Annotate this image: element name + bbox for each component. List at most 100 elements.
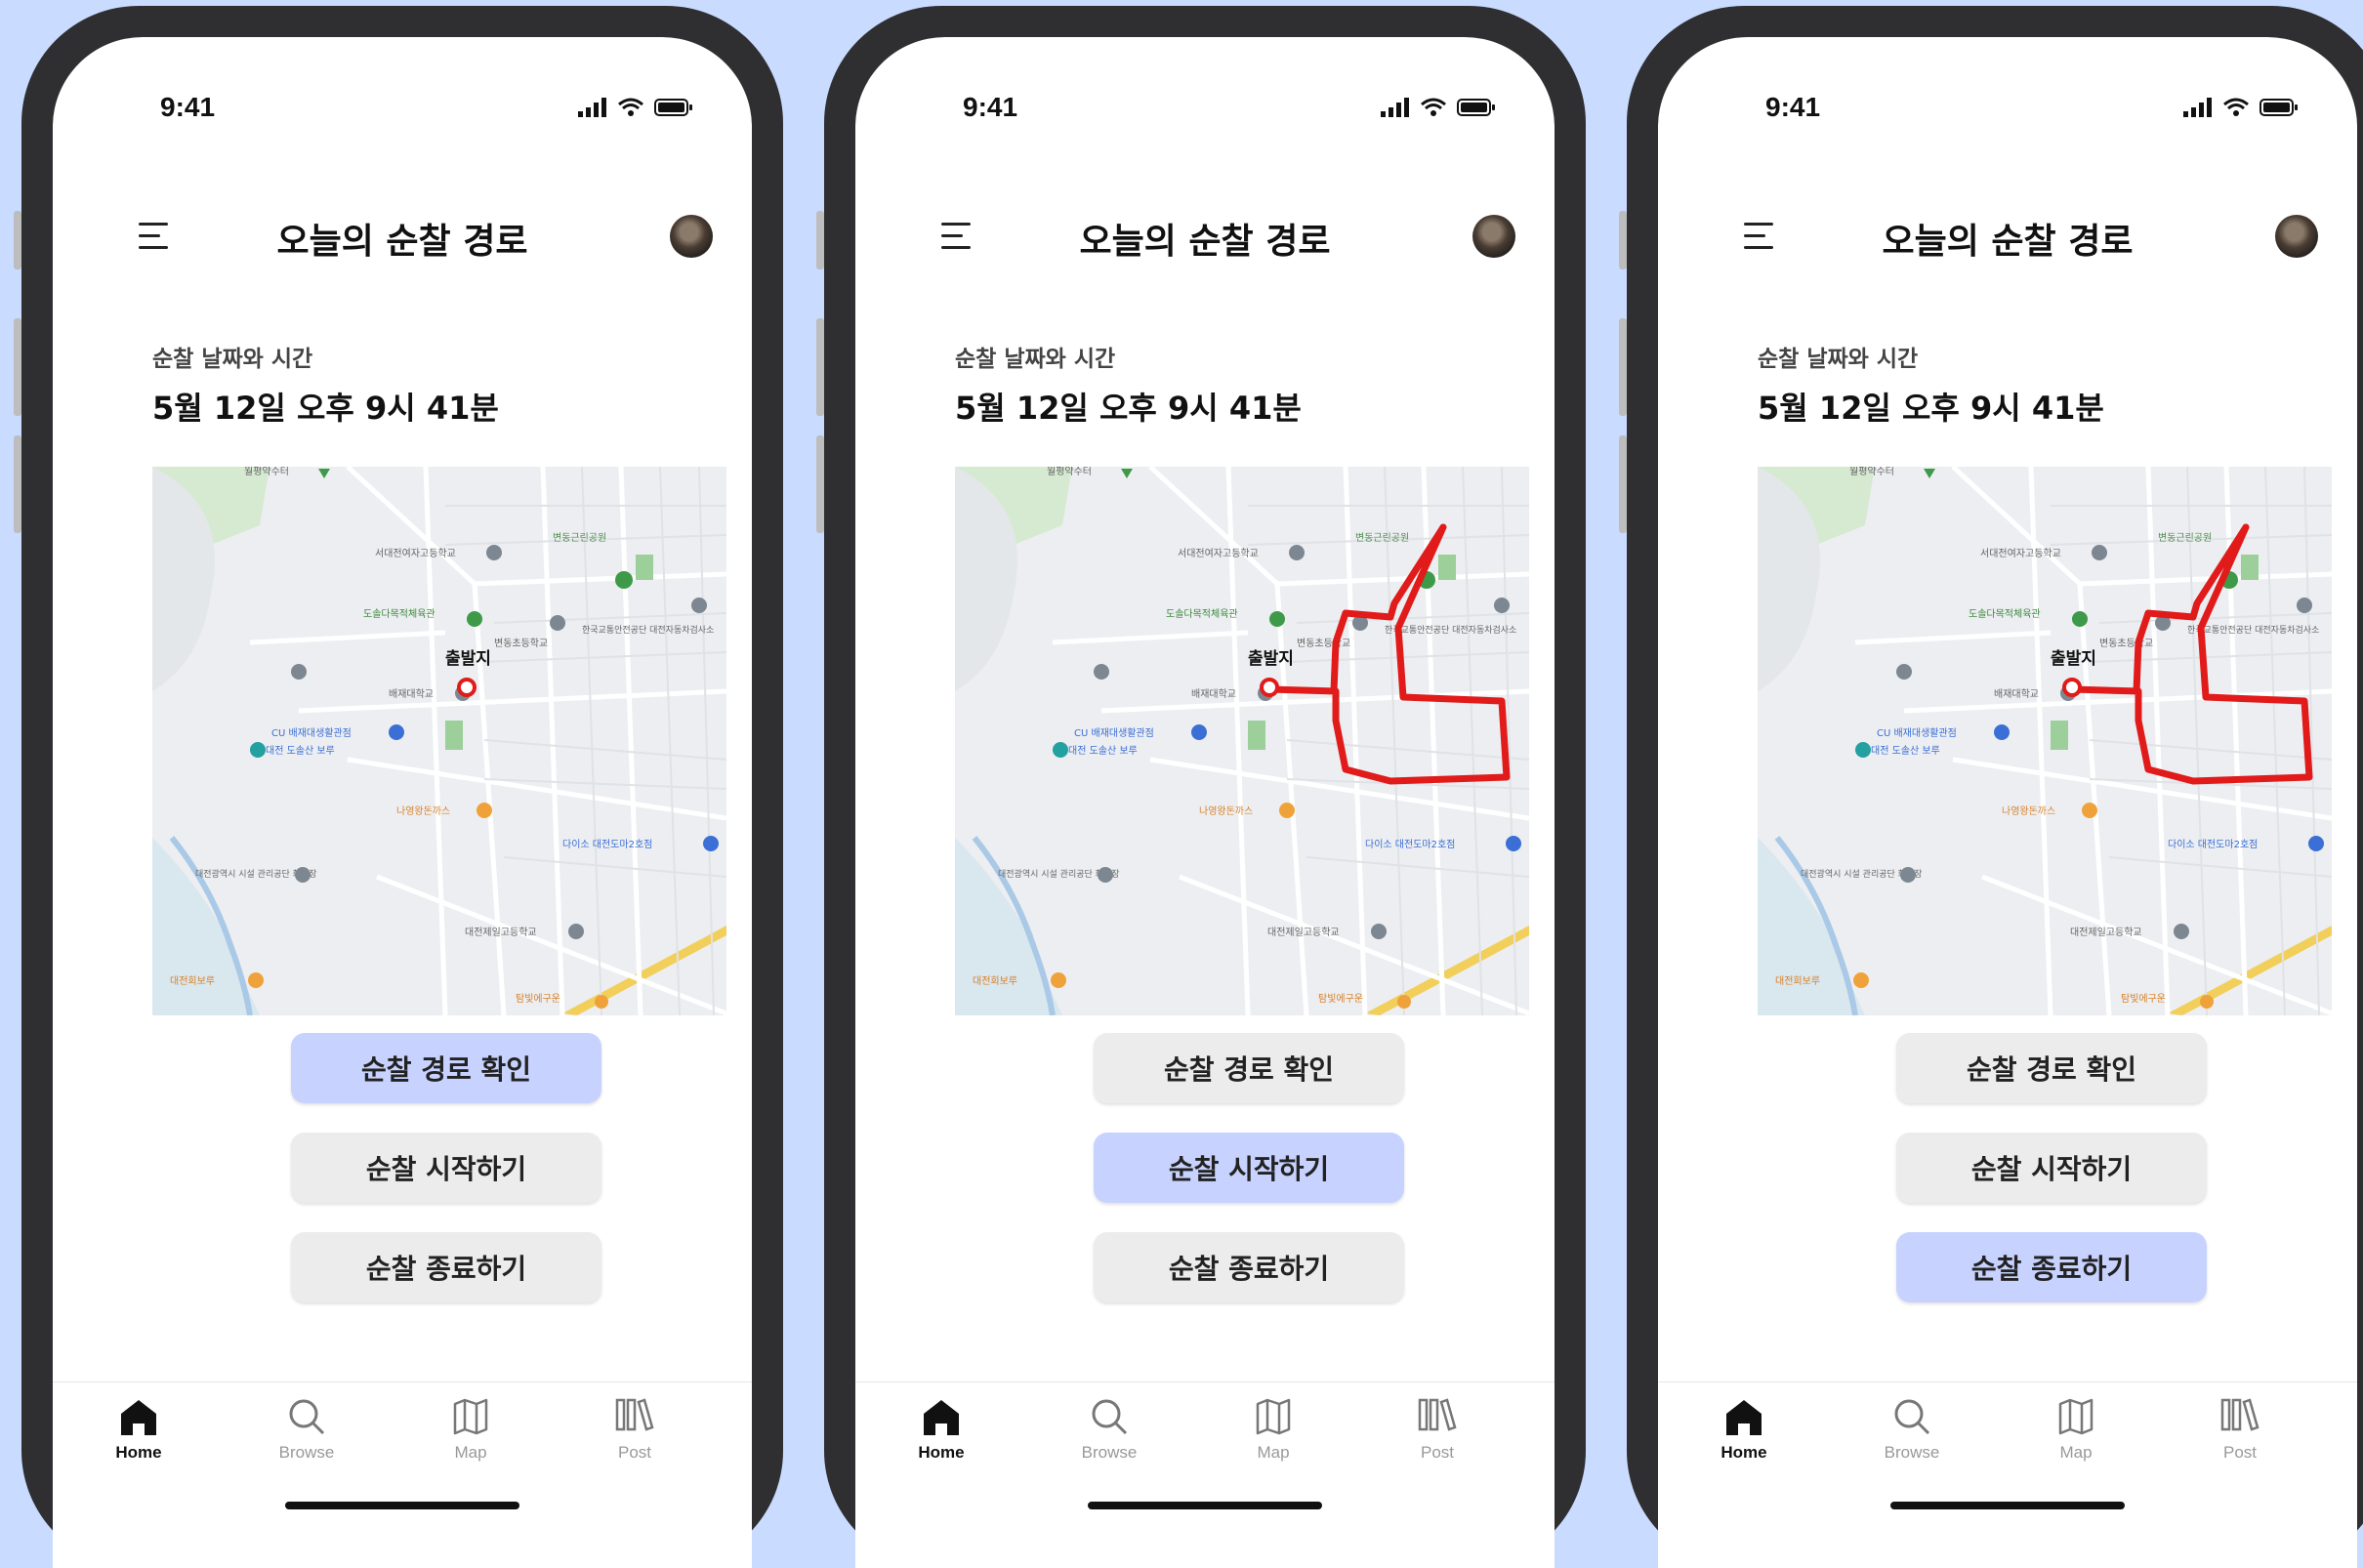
signal-icon (2183, 98, 2212, 117)
map-place-label: 월평약수터 (1849, 467, 1894, 477)
end-patrol-button[interactable]: 순찰 종료하기 (1896, 1232, 2207, 1302)
start-marker-label: 출발지 (1248, 649, 1294, 669)
tab-home[interactable]: Home (80, 1396, 197, 1463)
map-place-label: 변동초등학교 (2099, 638, 2153, 649)
map-place-label: 탐빛에구운 (2121, 993, 2166, 1005)
map-place-label: 탐빛에구운 (1318, 993, 1363, 1005)
patrol-map[interactable]: 월평약수터 서대전여자고등학교 변동근린공원 도솔다목적체육관 변동초등학교 한… (152, 467, 726, 1015)
app-header: 오늘의 순찰 경로 (1658, 203, 2357, 281)
map-icon (2058, 1398, 2094, 1435)
map-place-label: 대전제일고등학교 (465, 927, 537, 938)
map-place-label: 배재대학교 (389, 688, 434, 700)
tab-browse-label: Browse (1884, 1443, 1940, 1462)
status-icons (2183, 98, 2299, 117)
tab-browse[interactable]: Browse (1853, 1396, 1970, 1463)
check-route-button[interactable]: 순찰 경로 확인 (1896, 1033, 2207, 1103)
map-place-label: 변동근린공원 (1355, 532, 1409, 544)
map-place-label: 서대전여자고등학교 (1980, 548, 2061, 559)
map-place-label: CU 배재대생활관점 (1074, 726, 1154, 739)
patrol-map[interactable]: 월평약수터 서대전여자고등학교 변동근린공원 도솔다목적체육관 변동초등학교 한… (1758, 467, 2332, 1015)
home-icon (1726, 1400, 1762, 1435)
map-icon (453, 1398, 488, 1435)
tab-browse[interactable]: Browse (248, 1396, 365, 1463)
map-place-label: 대전회보루 (973, 975, 1017, 987)
end-patrol-button[interactable]: 순찰 종료하기 (291, 1232, 601, 1302)
phone-screen: 9:41 오늘의 순찰 경로 순찰 날짜와 시간 5월 12일 오후 9시 41… (53, 37, 752, 1568)
tab-map[interactable]: Map (412, 1396, 529, 1463)
mute-switch (14, 211, 21, 269)
volume-up-button (1619, 318, 1627, 416)
date-value: 5월 12일 오후 9시 41분 (1758, 390, 2104, 427)
tab-home-label: Home (1720, 1443, 1767, 1462)
tab-post[interactable]: Post (2181, 1396, 2299, 1463)
status-bar: 9:41 (855, 92, 1555, 131)
library-icon (2220, 1398, 2259, 1431)
search-icon (1092, 1399, 1128, 1435)
map-place-label: 월평약수터 (1047, 467, 1092, 477)
map-place-label: 대전 도솔산 보루 (1871, 745, 1940, 757)
map-place-label: 변동초등학교 (494, 638, 548, 649)
start-patrol-button[interactable]: 순찰 시작하기 (291, 1133, 601, 1203)
search-icon (1894, 1399, 1930, 1435)
map-place-label: 다이소 대전도마2호점 (2168, 839, 2258, 850)
date-value: 5월 12일 오후 9시 41분 (955, 390, 1302, 427)
status-bar: 9:41 (53, 92, 752, 131)
end-patrol-button[interactable]: 순찰 종료하기 (1094, 1232, 1404, 1302)
wifi-icon (2223, 98, 2249, 116)
tab-post-label: Post (2222, 1443, 2258, 1462)
map-place-label: CU 배재대생활관점 (271, 726, 352, 739)
volume-down-button (816, 435, 824, 533)
map-place-label: 한국교통안전공단 대전자동차검사소 (582, 624, 714, 636)
page-title: 오늘의 순찰 경로 (276, 222, 528, 262)
tab-browse[interactable]: Browse (1051, 1396, 1168, 1463)
start-marker-label: 출발지 (2051, 649, 2096, 669)
tab-home[interactable]: Home (1685, 1396, 1803, 1463)
check-route-button[interactable]: 순찰 경로 확인 (1094, 1033, 1404, 1103)
tab-map[interactable]: Map (2017, 1396, 2135, 1463)
map-canvas: 월평약수터 서대전여자고등학교 변동근린공원 도솔다목적체육관 변동초등학교 한… (1758, 467, 2332, 1015)
date-label: 순찰 날짜와 시간 (152, 347, 313, 372)
date-value: 5월 12일 오후 9시 41분 (152, 390, 499, 427)
map-place-label: 나영왕돈까스 (2002, 805, 2055, 817)
tab-map[interactable]: Map (1215, 1396, 1332, 1463)
tab-post[interactable]: Post (576, 1396, 693, 1463)
tab-home[interactable]: Home (883, 1396, 1000, 1463)
page-title: 오늘의 순찰 경로 (1079, 222, 1331, 262)
status-time: 9:41 (1765, 92, 1821, 122)
map-place-label: CU 배재대생활관점 (1877, 726, 1957, 739)
home-indicator (1088, 1502, 1322, 1509)
patrol-map[interactable]: 월평약수터 서대전여자고등학교 변동근린공원 도솔다목적체육관 변동초등학교 한… (955, 467, 1529, 1015)
library-icon (1418, 1398, 1457, 1431)
start-patrol-button[interactable]: 순찰 시작하기 (1094, 1133, 1404, 1203)
tab-post[interactable]: Post (1379, 1396, 1496, 1463)
signal-icon (1381, 98, 1409, 117)
map-canvas: 월평약수터 서대전여자고등학교 변동근린공원 도솔다목적체육관 변동초등학교 한… (152, 467, 726, 1015)
avatar[interactable] (670, 215, 713, 258)
map-place-label: 월평약수터 (244, 467, 289, 477)
battery-icon (654, 99, 692, 116)
tab-map-label: Map (454, 1443, 487, 1462)
map-place-label: 대전 도솔산 보루 (266, 745, 335, 757)
mute-switch (816, 211, 824, 269)
volume-up-button (816, 318, 824, 416)
status-icons (1381, 98, 1496, 117)
map-place-label: 대전회보루 (1775, 975, 1820, 987)
home-indicator (285, 1502, 519, 1509)
map-place-label: 도솔다목적체육관 (1969, 608, 2041, 620)
wifi-icon (618, 98, 643, 116)
map-place-label: 대전제일고등학교 (1267, 927, 1340, 938)
check-route-button[interactable]: 순찰 경로 확인 (291, 1033, 601, 1103)
avatar[interactable] (2275, 215, 2318, 258)
app-header: 오늘의 순찰 경로 (53, 203, 752, 281)
battery-icon (1457, 99, 1495, 116)
home-icon (121, 1400, 156, 1435)
start-patrol-button[interactable]: 순찰 시작하기 (1896, 1133, 2207, 1203)
phone-frame-3: 9:41 오늘의 순찰 경로 순찰 날짜와 시간 5월 12일 오후 9시 41… (1619, 6, 2363, 1568)
phone-frame-1: 9:41 오늘의 순찰 경로 순찰 날짜와 시간 5월 12일 오후 9시 41… (14, 6, 783, 1568)
search-icon (289, 1399, 325, 1435)
avatar[interactable] (1472, 215, 1515, 258)
status-time: 9:41 (160, 92, 216, 122)
map-place-label: 대전회보루 (170, 975, 215, 987)
start-marker-label: 출발지 (445, 649, 491, 669)
map-place-label: 한국교통안전공단 대전자동차검사소 (2187, 624, 2319, 636)
